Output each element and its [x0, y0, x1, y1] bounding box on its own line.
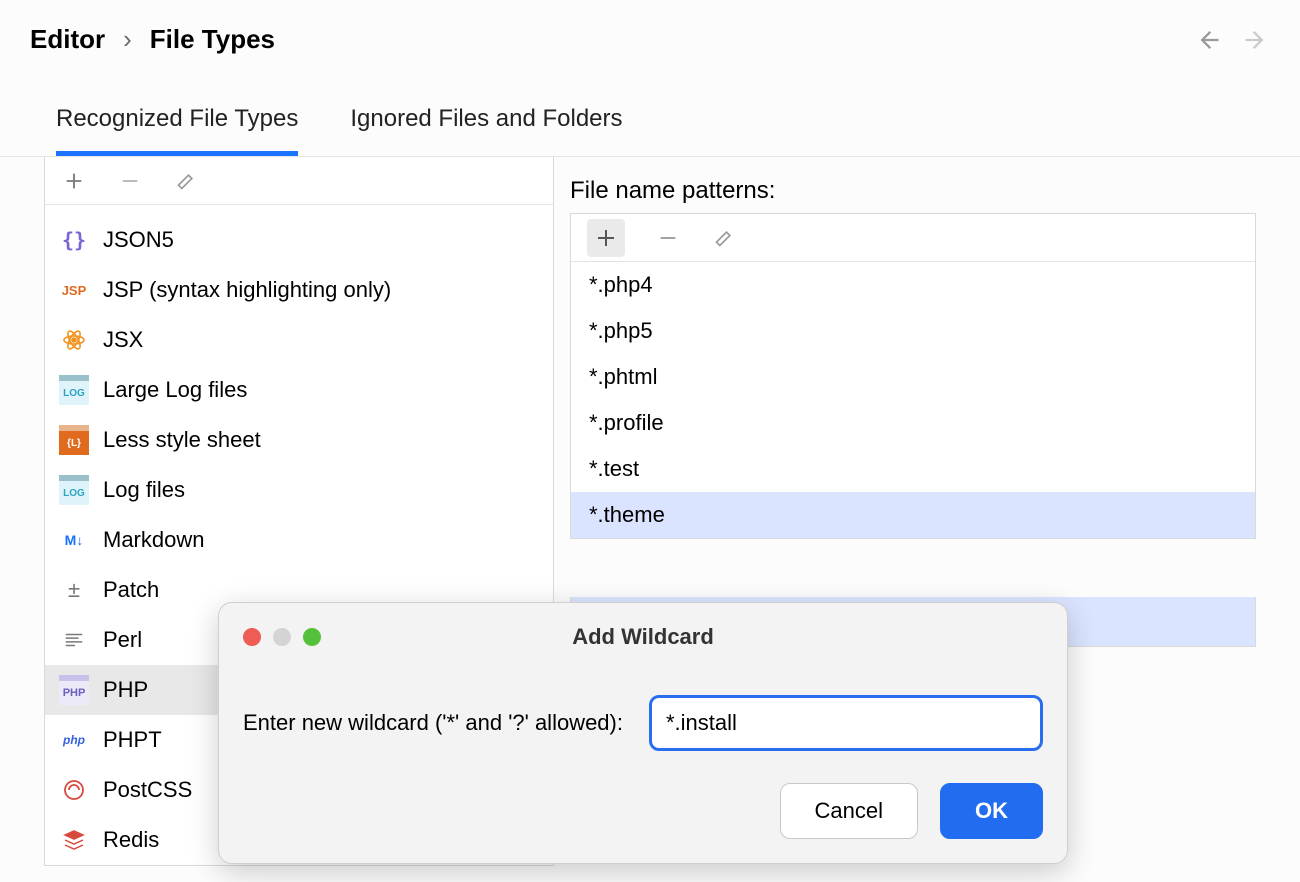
file-type-label: PHP [103, 677, 148, 703]
json5-icon: {} [59, 225, 89, 255]
cancel-button[interactable]: Cancel [780, 783, 918, 839]
add-file-type-button[interactable] [61, 168, 87, 194]
redis-icon [59, 825, 89, 855]
postcss-icon [59, 775, 89, 805]
tab-recognized[interactable]: Recognized File Types [56, 105, 298, 156]
patterns-list[interactable]: *.php4 *.php5 *.phtml *.profile *.test *… [571, 262, 1255, 538]
file-type-log[interactable]: LOG Log files [45, 465, 553, 515]
markdown-icon: M↓ [59, 525, 89, 555]
php-icon: PHP [59, 675, 89, 705]
file-type-label: Perl [103, 627, 142, 653]
file-type-large-log[interactable]: LOG Large Log files [45, 365, 553, 415]
nav-back-icon[interactable] [1194, 26, 1222, 54]
file-type-json5[interactable]: {} JSON5 [45, 215, 553, 265]
file-type-label: Patch [103, 577, 159, 603]
tab-ignored[interactable]: Ignored Files and Folders [350, 105, 622, 156]
file-type-jsp[interactable]: JSP JSP (syntax highlighting only) [45, 265, 553, 315]
file-type-markdown[interactable]: M↓ Markdown [45, 515, 553, 565]
header-bar: Editor › File Types [0, 0, 1300, 65]
dialog-title: Add Wildcard [243, 624, 1043, 650]
less-icon: {L} [59, 425, 89, 455]
file-type-label: Large Log files [103, 377, 247, 403]
pattern-item[interactable]: *.test [571, 446, 1255, 492]
perl-icon [59, 625, 89, 655]
edit-file-type-button[interactable] [173, 168, 199, 194]
pattern-item[interactable]: *.php4 [571, 262, 1255, 308]
file-type-label: PostCSS [103, 777, 192, 803]
file-type-label: Log files [103, 477, 185, 503]
jsp-icon: JSP [59, 275, 89, 305]
pattern-item[interactable]: *.phtml [571, 354, 1255, 400]
file-type-label: JSX [103, 327, 143, 353]
file-type-label: Markdown [103, 527, 204, 553]
patterns-heading: File name patterns: [570, 177, 1256, 205]
file-types-toolbar [45, 157, 553, 205]
edit-pattern-button[interactable] [711, 225, 737, 251]
file-type-label: PHPT [103, 727, 162, 753]
breadcrumb-separator: › [123, 24, 132, 55]
patterns-toolbar [571, 214, 1255, 262]
file-type-label: JSP (syntax highlighting only) [103, 277, 391, 303]
wildcard-input[interactable] [649, 695, 1043, 751]
file-type-label: Less style sheet [103, 427, 261, 453]
phpt-icon: php [59, 725, 89, 755]
file-type-jsx[interactable]: JSX [45, 315, 553, 365]
add-wildcard-dialog: Add Wildcard Enter new wildcard ('*' and… [218, 602, 1068, 864]
patch-icon: ± [59, 575, 89, 605]
pattern-text: *.test [589, 456, 639, 481]
nav-arrows [1194, 26, 1270, 54]
pattern-item[interactable]: *.php5 [571, 308, 1255, 354]
log-icon: LOG [59, 475, 89, 505]
remove-file-type-button[interactable] [117, 168, 143, 194]
pattern-text: *.phtml [589, 364, 657, 389]
pattern-text: *.theme [589, 502, 665, 527]
breadcrumb-root[interactable]: Editor [30, 24, 105, 55]
file-type-label: Redis [103, 827, 159, 853]
add-pattern-button[interactable] [587, 219, 625, 257]
pattern-text: *.profile [589, 410, 664, 435]
file-type-label: JSON5 [103, 227, 174, 253]
pattern-text: *.php4 [589, 272, 653, 297]
file-type-less[interactable]: {L} Less style sheet [45, 415, 553, 465]
breadcrumb: Editor › File Types [30, 24, 275, 55]
breadcrumb-leaf: File Types [150, 24, 275, 55]
log-icon: LOG [59, 375, 89, 405]
tabs: Recognized File Types Ignored Files and … [0, 65, 1300, 157]
pattern-item[interactable]: *.profile [571, 400, 1255, 446]
pattern-text: *.php5 [589, 318, 653, 343]
ok-button[interactable]: OK [940, 783, 1043, 839]
jsx-icon [59, 325, 89, 355]
pattern-item[interactable]: *.theme [571, 492, 1255, 538]
remove-pattern-button[interactable] [655, 225, 681, 251]
wildcard-prompt-label: Enter new wildcard ('*' and '?' allowed)… [243, 710, 623, 736]
nav-forward-icon[interactable] [1242, 26, 1270, 54]
